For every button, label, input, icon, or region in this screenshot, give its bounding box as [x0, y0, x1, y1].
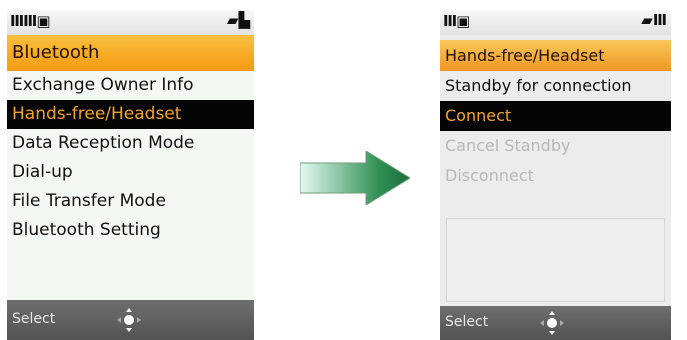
left-arrow-icon — [540, 320, 544, 326]
status-icons: ▰▙ — [226, 11, 250, 29]
bluetooth-menu-screen: ⅢⅢ▣ ▰▙ Bluetooth Exchange Owner Info Han… — [7, 10, 254, 340]
menu-item-connect[interactable]: Connect — [440, 101, 671, 131]
menu-item-cancel-standby: Cancel Standby — [445, 136, 571, 155]
status-bar: Ⅲ▣ ▰Ⅲ — [440, 10, 671, 35]
menu-item-bluetooth-setting[interactable]: Bluetooth Setting — [7, 216, 254, 245]
signal-battery-icons: Ⅲ▣ — [443, 12, 470, 30]
down-arrow-icon — [549, 331, 555, 335]
right-arrow-icon — [560, 320, 564, 326]
page: ⅢⅢ▣ ▰▙ Bluetooth Exchange Owner Info Han… — [0, 0, 687, 340]
menu-item-exchange-owner-info[interactable]: Exchange Owner Info — [7, 71, 254, 100]
bluetooth-menu: Exchange Owner Info Hands-free/Headset D… — [7, 71, 254, 245]
status-icons: ▰Ⅲ — [641, 11, 667, 29]
left-arrow-icon — [117, 317, 121, 323]
headset-menu: Standby for connection Connect Cancel St… — [440, 71, 671, 191]
navigation-key-icon[interactable] — [117, 308, 141, 332]
up-arrow-icon — [126, 308, 132, 312]
hands-free-headset-screen: Ⅲ▣ ▰Ⅲ Hands-free/Headset Standby for con… — [440, 10, 671, 340]
center-select-icon — [124, 315, 134, 325]
select-soft-key[interactable]: Select — [445, 314, 488, 330]
select-soft-key[interactable]: Select — [12, 311, 55, 327]
transition-arrow-icon — [300, 151, 410, 205]
screen-title: Hands-free/Headset — [440, 40, 671, 71]
center-select-icon — [547, 318, 557, 328]
up-arrow-icon — [549, 311, 555, 315]
menu-item-disconnect: Disconnect — [445, 166, 534, 185]
menu-item-file-transfer-mode[interactable]: File Transfer Mode — [7, 187, 254, 216]
menu-item-hands-free-headset[interactable]: Hands-free/Headset — [7, 100, 254, 129]
soft-key-bar: Select — [440, 306, 671, 340]
navigation-key-icon[interactable] — [540, 311, 564, 335]
down-arrow-icon — [126, 328, 132, 332]
menu-item-data-reception-mode[interactable]: Data Reception Mode — [7, 129, 254, 158]
menu-item-dial-up[interactable]: Dial-up — [7, 158, 254, 187]
screen-title: Bluetooth — [7, 35, 254, 71]
soft-key-bar: Select — [7, 300, 254, 340]
status-bar: ⅢⅢ▣ ▰▙ — [7, 10, 254, 35]
empty-list-area — [446, 218, 665, 302]
menu-item-standby-for-connection[interactable]: Standby for connection — [440, 71, 671, 101]
right-arrow-icon — [137, 317, 141, 323]
signal-battery-icons: ⅢⅢ▣ — [10, 12, 51, 30]
